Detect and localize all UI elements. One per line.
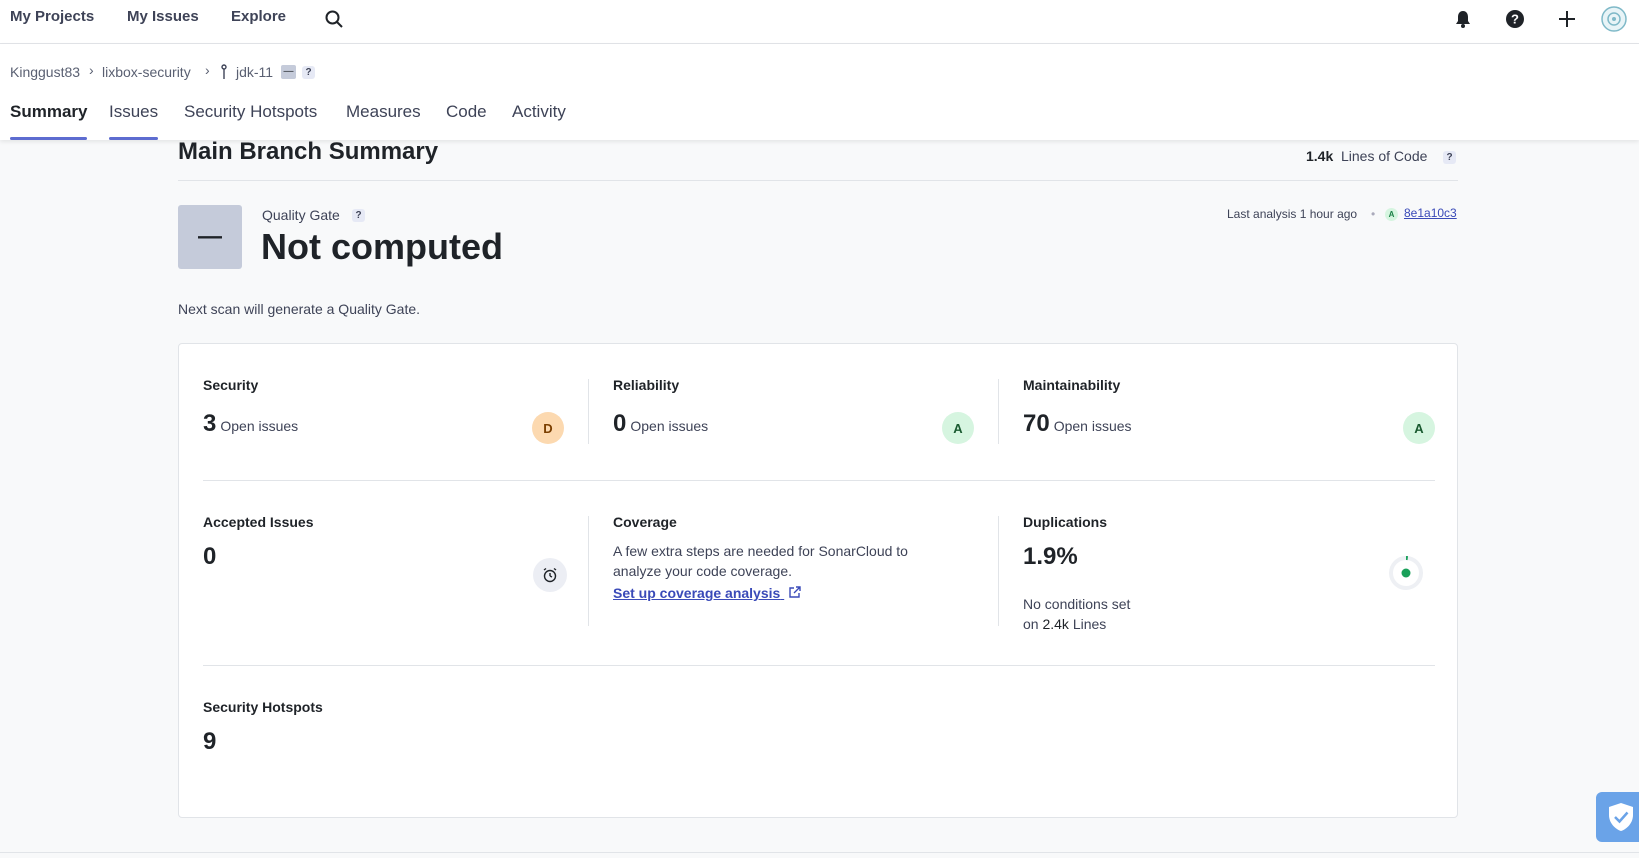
quality-gate-status-box: —: [178, 205, 242, 269]
duplications-donut-icon: [1388, 555, 1424, 596]
security-hotspots-value[interactable]: 9: [203, 728, 216, 756]
tab-issues[interactable]: Issues: [109, 102, 159, 140]
quality-gate-label: Quality Gate: [262, 207, 340, 223]
nav-explore[interactable]: Explore: [231, 8, 286, 25]
breadcrumb-branch[interactable]: jdk-11: [236, 64, 273, 80]
maintainability-issues[interactable]: 70 Open issues: [1023, 410, 1132, 438]
maintainability-issues-label: Open issues: [1053, 418, 1132, 434]
maintainability-rating-badge[interactable]: A: [1403, 412, 1435, 444]
reliability-label: Reliability: [613, 377, 680, 393]
tab-summary-label: Summary: [10, 102, 88, 121]
page-title: Main Branch Summary: [178, 138, 439, 165]
metrics-card: Security 3 Open issues D Reliability 0 Ope…: [178, 343, 1458, 818]
security-issues-label: Open issues: [220, 418, 299, 434]
separator-dot: •: [1371, 207, 1376, 221]
duplications-note-prefix: on: [1023, 616, 1039, 632]
row-divider: [203, 480, 1435, 481]
lines-of-code-label: Lines of Code: [1341, 148, 1428, 164]
row-divider: [203, 665, 1435, 666]
reliability-issues-label: Open issues: [630, 418, 709, 434]
divider: [178, 180, 1458, 181]
quality-gate-help-icon[interactable]: ?: [352, 209, 365, 222]
chevron-right-icon: ›: [89, 62, 94, 78]
chevron-right-icon: ›: [205, 62, 210, 78]
duplications-lines-count: 2.4k: [1042, 616, 1069, 632]
svg-text:?: ?: [1511, 12, 1519, 27]
top-navigation: My Projects My Issues Explore ?: [0, 0, 1639, 44]
tab-summary[interactable]: Summary: [10, 102, 88, 140]
setup-coverage-link[interactable]: Set up coverage analysis: [613, 585, 801, 602]
help-icon[interactable]: ?: [1504, 8, 1526, 30]
tab-code[interactable]: Code: [446, 102, 487, 136]
security-rating-badge[interactable]: D: [532, 412, 564, 444]
quality-gate-symbol: —: [198, 223, 222, 250]
security-hotspots-label: Security Hotspots: [203, 699, 323, 715]
coverage-message-line-1: A few extra steps are needed for SonarCl…: [613, 543, 908, 559]
coverage-message-line-2: analyze your code coverage.: [613, 563, 792, 579]
tab-issues-label: Issues: [109, 102, 159, 121]
setup-coverage-link-label: Set up coverage analysis: [613, 585, 781, 601]
nav-my-projects[interactable]: My Projects: [10, 8, 94, 25]
quality-gate-note: Next scan will generate a Quality Gate.: [178, 301, 421, 317]
project-header: Kinggust83 › lixbox-security › jdk-11 — …: [0, 44, 1639, 140]
external-link-icon: [788, 586, 801, 602]
branch-icon: [219, 64, 229, 85]
duplications-label: Duplications: [1023, 514, 1108, 530]
loc-help-icon[interactable]: ?: [1443, 151, 1456, 164]
accepted-issues-value[interactable]: 0: [203, 543, 216, 571]
breadcrumb-organization[interactable]: Kinggust83: [10, 64, 80, 80]
tab-active-indicator: [10, 137, 88, 140]
breadcrumb-project[interactable]: lixbox-security: [102, 64, 191, 80]
coverage-label: Coverage: [613, 514, 677, 530]
avatar[interactable]: [1600, 5, 1628, 33]
last-analysis-text: Last analysis 1 hour ago: [1227, 207, 1358, 221]
branch-status-badge: —: [281, 65, 296, 79]
commit-link[interactable]: 8e1a10c3: [1404, 206, 1457, 220]
security-issues-count: 3: [203, 410, 217, 437]
nav-my-issues[interactable]: My Issues: [127, 8, 199, 25]
tab-activity[interactable]: Activity: [512, 102, 566, 136]
accepted-issues-label: Accepted Issues: [203, 514, 314, 530]
column-divider: [998, 379, 999, 444]
tab-security-hotspots[interactable]: Security Hotspots: [184, 102, 317, 136]
reliability-rating-badge[interactable]: A: [942, 412, 974, 444]
reliability-issues-count: 0: [613, 410, 627, 437]
column-divider: [998, 516, 999, 626]
duplications-note-line-2: on 2.4k Lines: [1023, 614, 1106, 634]
column-divider: [588, 379, 589, 444]
column-divider: [588, 516, 589, 626]
duplications-note-suffix: Lines: [1072, 616, 1107, 632]
security-label: Security: [203, 377, 259, 393]
bell-icon[interactable]: [1452, 8, 1474, 30]
shield-check-icon[interactable]: [1596, 792, 1639, 842]
quality-gate-status: Not computed: [261, 226, 503, 267]
commit-rating-badge: A: [1385, 208, 1398, 221]
tab-measures[interactable]: Measures: [346, 102, 421, 136]
maintainability-issues-count: 70: [1023, 410, 1050, 437]
alarm-clock-icon: [533, 558, 567, 592]
reliability-issues[interactable]: 0 Open issues: [613, 410, 708, 438]
lines-of-code-value: 1.4k: [1306, 148, 1334, 164]
branch-help-icon[interactable]: ?: [302, 66, 315, 79]
plus-icon[interactable]: [1556, 8, 1578, 30]
maintainability-label: Maintainability: [1023, 377, 1121, 393]
footer-divider: [0, 852, 1639, 853]
search-icon[interactable]: [323, 8, 345, 30]
tab-hover-indicator: [109, 137, 159, 140]
security-issues[interactable]: 3 Open issues: [203, 410, 298, 438]
duplications-value[interactable]: 1.9%: [1023, 543, 1078, 571]
duplications-note-line-1: No conditions set: [1023, 596, 1131, 612]
